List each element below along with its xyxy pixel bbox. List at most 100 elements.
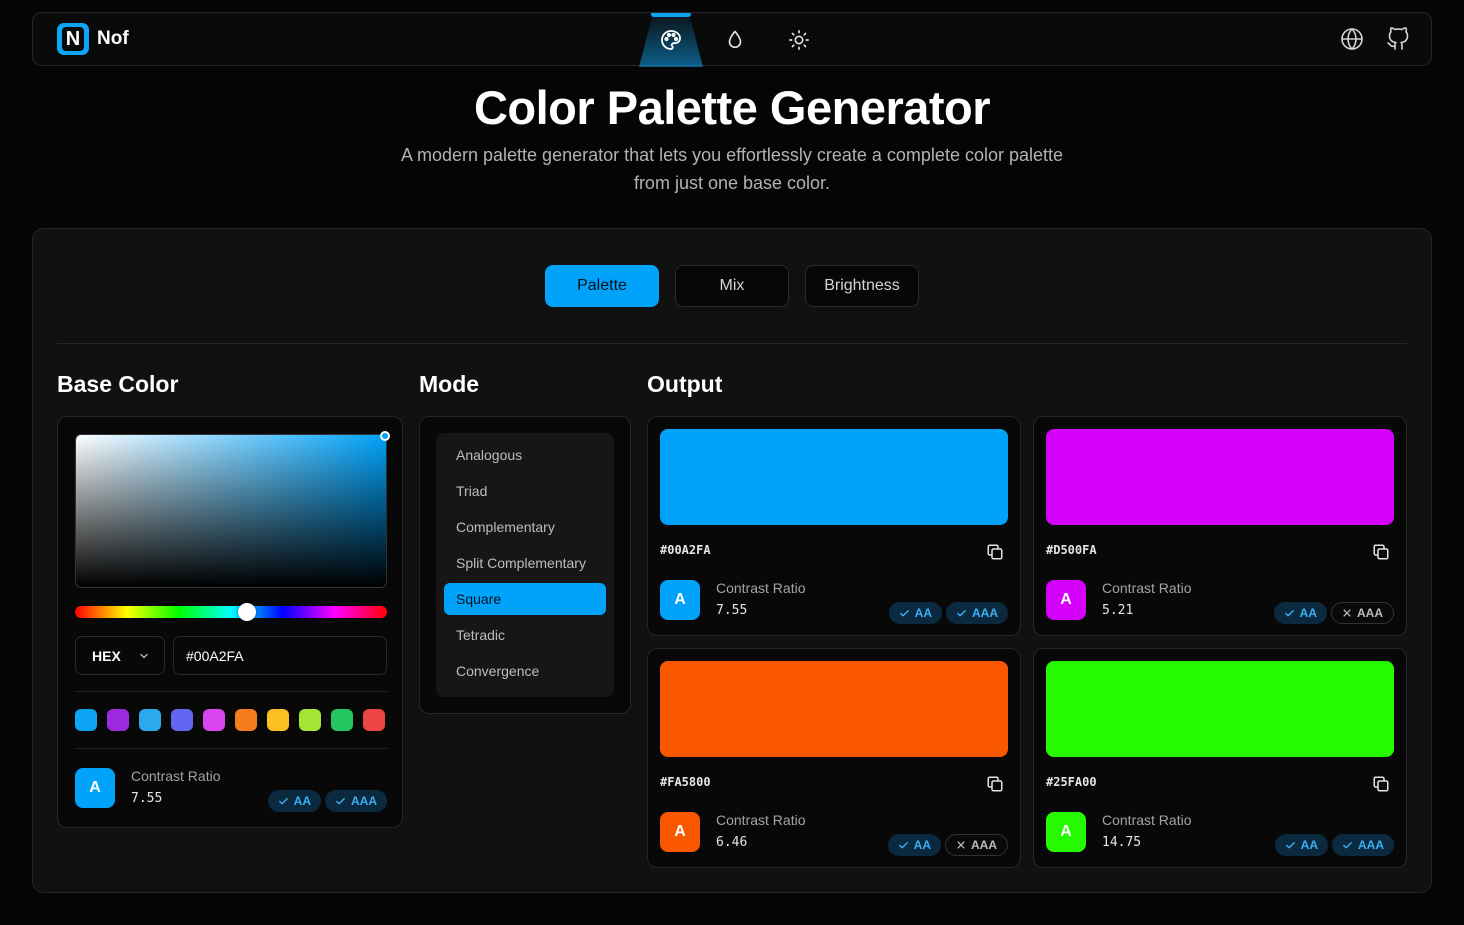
mode-option-tetradic[interactable]: Tetradic — [444, 619, 606, 651]
preset-swatch[interactable] — [107, 709, 129, 731]
aaa-label: AAA — [351, 794, 377, 808]
check-icon — [957, 609, 966, 616]
contrast-sample-chip: A — [660, 580, 700, 620]
contrast-label: Contrast Ratio — [1102, 812, 1192, 828]
language-button[interactable] — [1339, 26, 1365, 52]
color-format-select[interactable]: HEX — [75, 636, 165, 675]
preset-swatch[interactable] — [331, 709, 353, 731]
base-color-heading: Base Color — [57, 371, 179, 397]
contrast-label: Contrast Ratio — [1102, 580, 1192, 596]
output-heading: Output — [647, 371, 723, 397]
preset-swatch[interactable] — [235, 709, 257, 731]
contrast-label: Contrast Ratio — [716, 580, 806, 596]
check-icon — [1285, 841, 1295, 848]
contrast-ratio-value: 14.75 — [1102, 835, 1142, 850]
output-color-swatch[interactable] — [1046, 661, 1394, 757]
preset-swatch[interactable] — [299, 709, 321, 731]
output-color-swatch[interactable] — [660, 429, 1008, 525]
logo-mark: N — [57, 23, 89, 55]
copy-button[interactable] — [1372, 775, 1390, 793]
mode-option-complementary[interactable]: Complementary — [444, 511, 606, 543]
aaa-badge: AAA — [1331, 602, 1394, 624]
globe-icon — [1341, 27, 1363, 51]
aa-badge: AA — [267, 790, 321, 812]
droplet-icon — [728, 30, 742, 49]
wcag-badges: AA AAA — [1274, 834, 1394, 856]
mode-tabs: Palette Mix Brightness — [545, 265, 919, 307]
logo-letter: N — [62, 27, 84, 51]
preset-swatch[interactable] — [203, 709, 225, 731]
mode-option-square[interactable]: Square — [444, 583, 606, 615]
mode-card: Analogous Triad Complementary Split Comp… — [419, 416, 631, 714]
divider — [57, 343, 1407, 344]
hue-slider[interactable] — [75, 603, 387, 621]
logo[interactable]: N Nof — [57, 23, 129, 55]
aaa-badge: AAA — [1332, 834, 1394, 856]
nav-tool-icons — [639, 13, 831, 67]
preset-swatch[interactable] — [267, 709, 289, 731]
nav-sun-button[interactable] — [767, 13, 831, 67]
check-icon — [336, 797, 345, 804]
aa-badge: AA — [1273, 602, 1327, 624]
aaa-label: AAA — [971, 838, 997, 852]
contrast-sample-chip: A — [75, 768, 115, 808]
app-name: Nof — [97, 28, 129, 49]
saturation-thumb[interactable] — [380, 431, 390, 441]
copy-button[interactable] — [1372, 543, 1390, 561]
aaa-badge: AAA — [325, 790, 387, 812]
mode-list: Analogous Triad Complementary Split Comp… — [436, 433, 614, 697]
contrast-ratio-value: 5.21 — [1102, 603, 1134, 618]
top-navbar: N Nof — [32, 12, 1432, 66]
contrast-sample-chip: A — [1046, 812, 1086, 852]
check-icon — [1343, 841, 1352, 848]
aa-label: AA — [913, 838, 931, 852]
check-icon — [898, 841, 908, 848]
output-color-card: #D500FA A Contrast Ratio 5.21 AA AAA — [1033, 416, 1407, 636]
mode-heading: Mode — [419, 371, 480, 397]
contrast-sample-chip: A — [1046, 580, 1086, 620]
wcag-badges: AA AAA — [887, 834, 1008, 856]
preset-swatch[interactable] — [139, 709, 161, 731]
output-contrast-info: A Contrast Ratio 6.46 AA AAA — [660, 812, 1008, 856]
hue-slider-thumb[interactable] — [237, 603, 256, 621]
mode-option-convergence[interactable]: Convergence — [444, 655, 606, 687]
aa-label: AA — [1299, 606, 1317, 620]
mode-option-analogous[interactable]: Analogous — [444, 439, 606, 471]
contrast-label: Contrast Ratio — [131, 768, 221, 784]
output-color-swatch[interactable] — [1046, 429, 1394, 525]
copy-button[interactable] — [986, 775, 1004, 793]
page-subtitle: A modern palette generator that lets you… — [400, 145, 1064, 193]
github-icon — [1387, 27, 1409, 50]
nav-droplet-button[interactable] — [703, 13, 767, 67]
contrast-label: Contrast Ratio — [716, 812, 806, 828]
copy-button[interactable] — [986, 543, 1004, 561]
palette-icon — [661, 30, 681, 50]
base-contrast-info: A Contrast Ratio 7.55 AA AAA — [75, 768, 387, 812]
mode-option-triad[interactable]: Triad — [444, 475, 606, 507]
contrast-ratio-value: 7.55 — [131, 791, 163, 806]
wcag-badges: AA AAA — [267, 790, 387, 812]
preset-swatch[interactable] — [171, 709, 193, 731]
output-color-card: #25FA00 A Contrast Ratio 14.75 AA AAA — [1033, 648, 1407, 868]
aa-badge: AA — [887, 834, 941, 856]
output-color-card: #FA5800 A Contrast Ratio 6.46 AA AAA — [647, 648, 1021, 868]
github-button[interactable] — [1385, 26, 1411, 52]
color-format-value: HEX — [92, 647, 121, 664]
aa-label: AA — [293, 794, 311, 808]
preset-swatch[interactable] — [363, 709, 385, 731]
saturation-value-picker[interactable] — [75, 431, 390, 588]
contrast-sample-chip: A — [660, 812, 700, 852]
nav-palette-button[interactable] — [639, 13, 703, 67]
hex-input[interactable] — [173, 636, 387, 675]
output-color-swatch[interactable] — [660, 661, 1008, 757]
aa-label: AA — [1300, 838, 1318, 852]
tab-palette[interactable]: Palette — [545, 265, 659, 307]
tab-mix[interactable]: Mix — [675, 265, 789, 307]
tab-brightness[interactable]: Brightness — [805, 265, 919, 307]
mode-option-split-complementary[interactable]: Split Complementary — [444, 547, 606, 579]
preset-swatch[interactable] — [75, 709, 97, 731]
chevron-down-icon — [140, 653, 148, 659]
contrast-ratio-value: 7.55 — [716, 603, 748, 618]
aaa-badge: AAA — [945, 834, 1008, 856]
output-contrast-info: A Contrast Ratio 5.21 AA AAA — [1046, 580, 1394, 624]
